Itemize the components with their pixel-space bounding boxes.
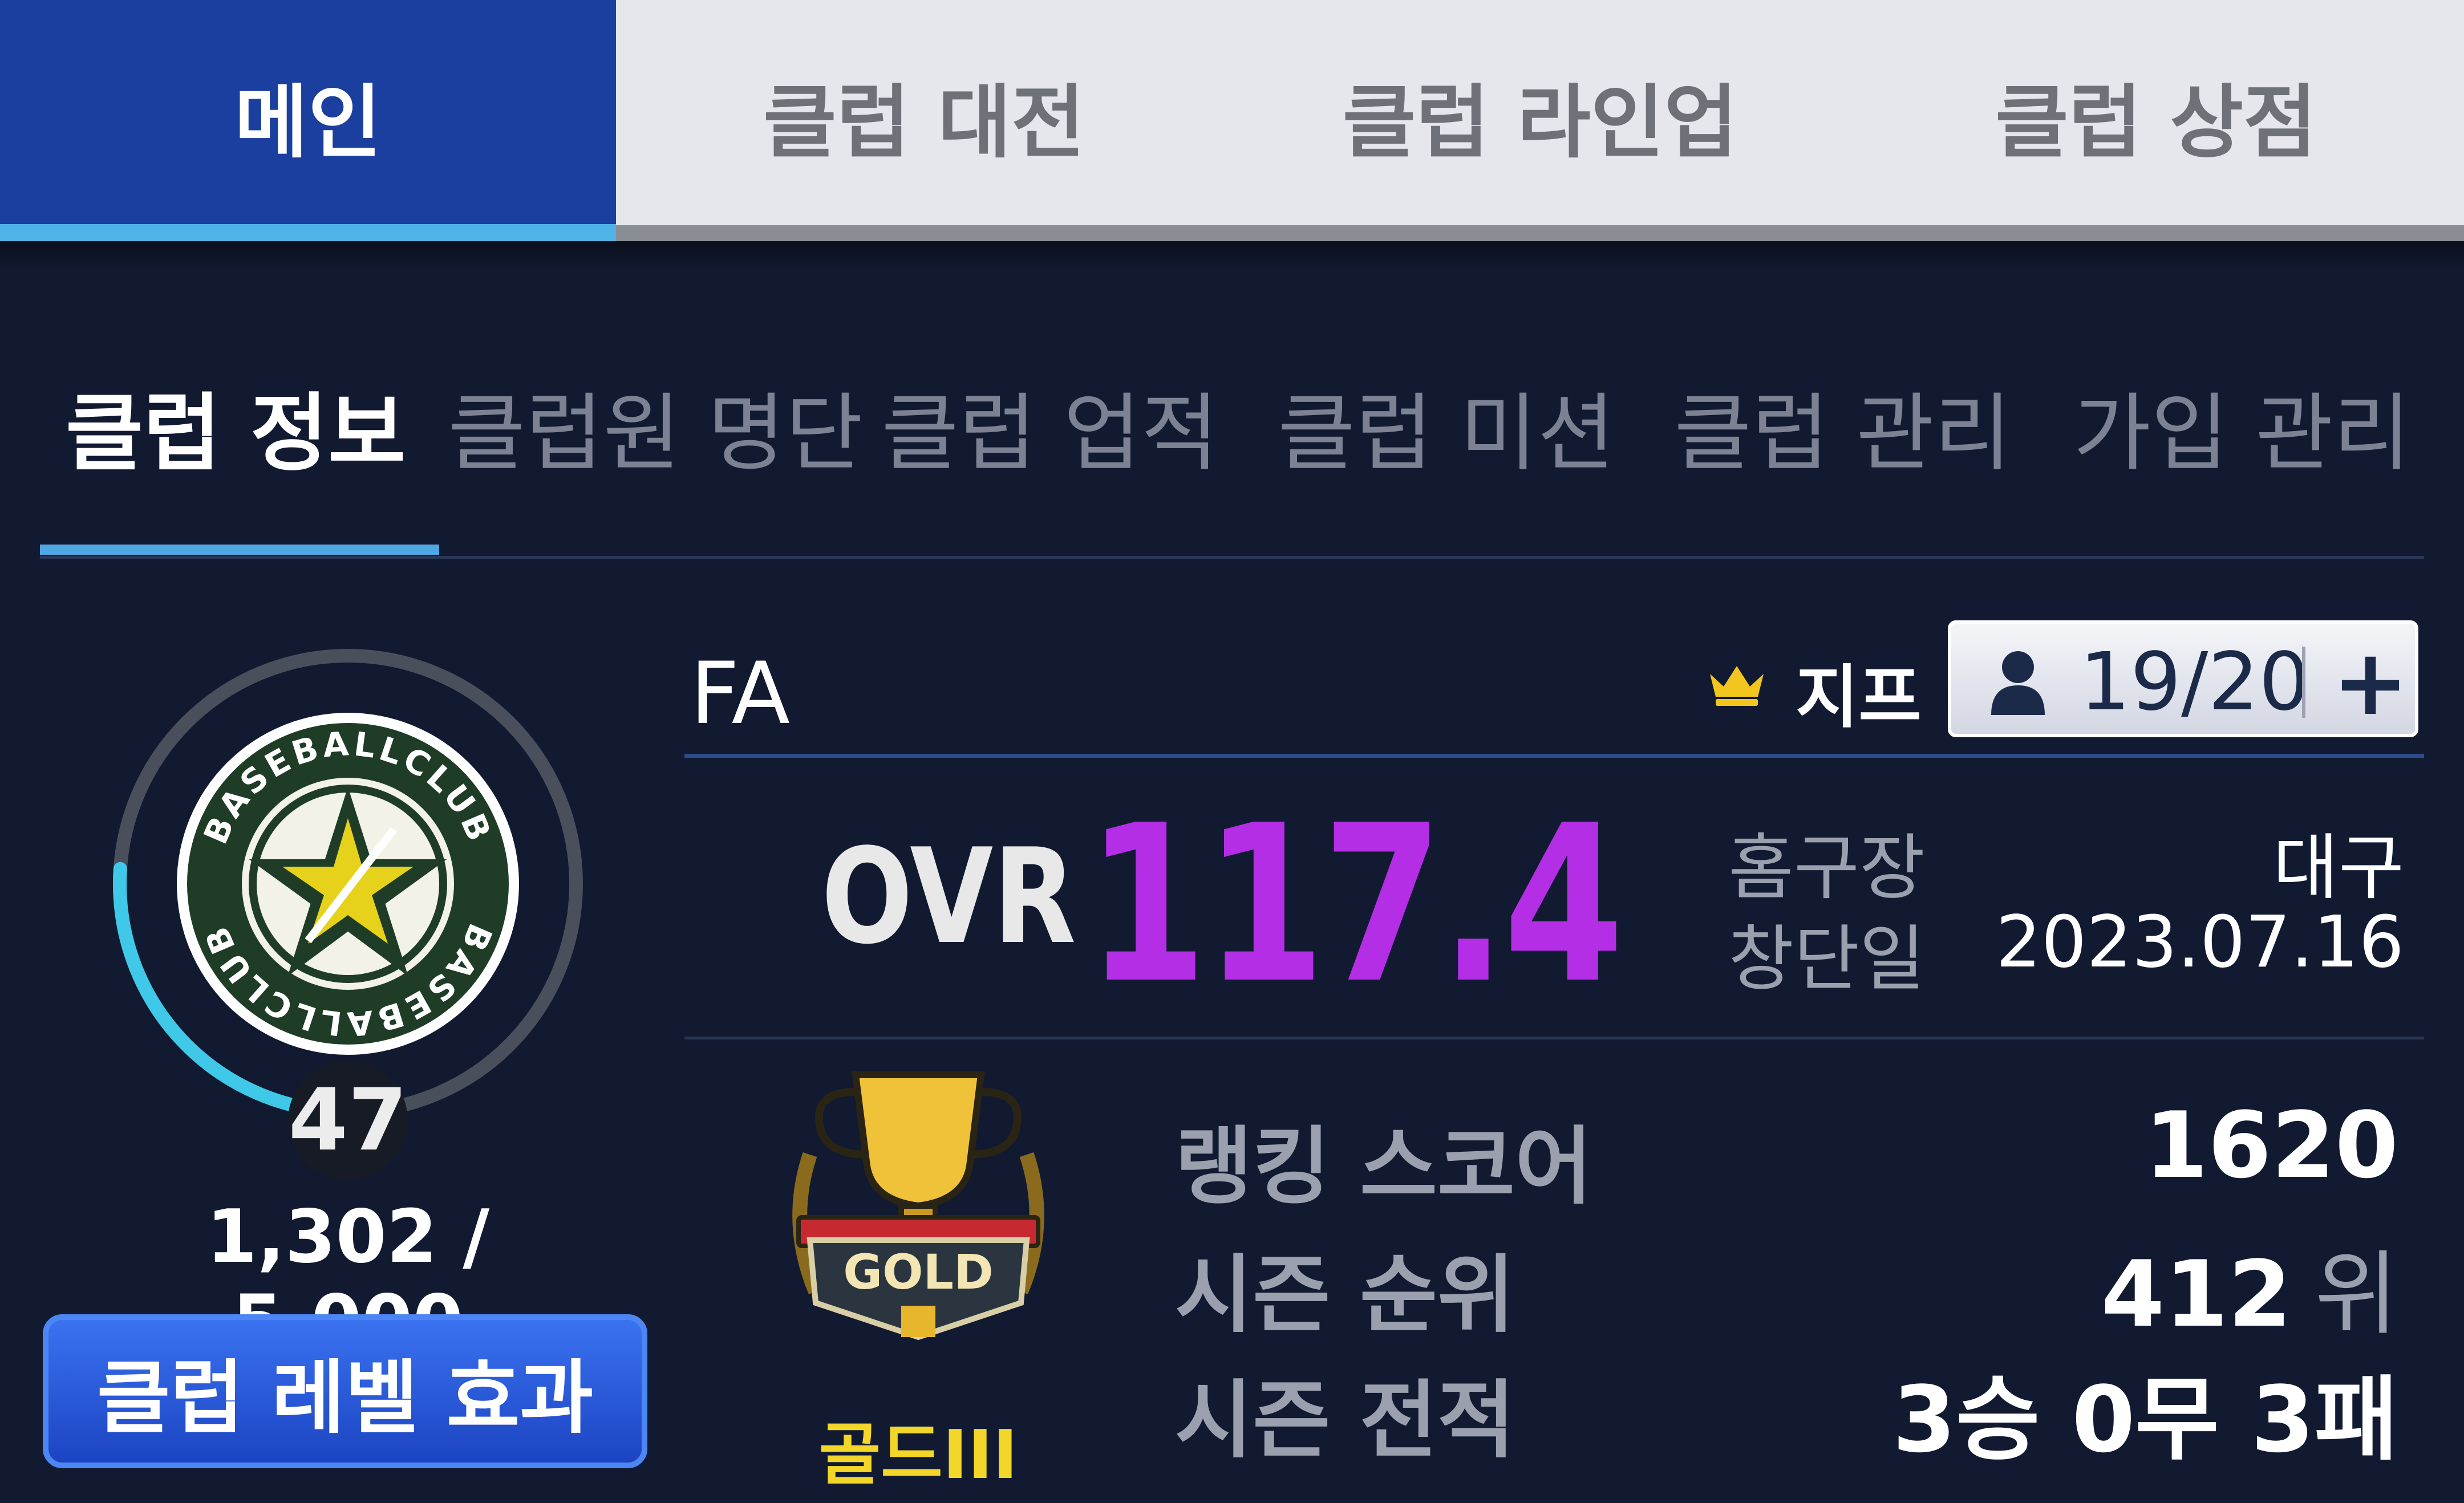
subtab-missions[interactable]: 클럽 미션 bbox=[1278, 376, 1615, 490]
ovr-label: OVR bbox=[821, 821, 1076, 973]
season-rank: 412 위 bbox=[2101, 1220, 2398, 1352]
tab-club-shop[interactable]: 클럽 상점 bbox=[1848, 0, 2464, 231]
club-level: 47 bbox=[288, 1061, 408, 1180]
subtab-club-info[interactable]: 클럽 정보 bbox=[66, 376, 406, 490]
season-rank-value: 412 bbox=[2101, 1241, 2292, 1347]
ovr-value: 117.4 bbox=[1087, 778, 1624, 1031]
season-record-label: 시즌 전적 bbox=[1175, 1371, 1515, 1469]
tab-bar-shadow bbox=[0, 241, 2464, 270]
club-leader-name: 지프 bbox=[1796, 658, 1922, 737]
tab-main[interactable]: 메인 bbox=[0, 0, 616, 231]
home-stadium-label: 홈구장 bbox=[1728, 827, 1925, 909]
tier-name: 골드III bbox=[818, 1415, 1018, 1494]
club-name: FA bbox=[690, 644, 791, 744]
subtab-achievements[interactable]: 클럽 업적 bbox=[881, 376, 1219, 490]
season-record-value: 3승 0무 3패 bbox=[1892, 1366, 2398, 1473]
subtab-active-indicator bbox=[40, 545, 439, 555]
person-icon bbox=[1991, 651, 2045, 715]
home-stadium-value: 대구 bbox=[2273, 827, 2404, 909]
club-level-effect-button[interactable]: 클럽 레벨 효과 bbox=[43, 1314, 647, 1468]
subtab-join-management[interactable]: 가입 관리 bbox=[2073, 376, 2411, 490]
ranking-score-label: 랭킹 스코어 bbox=[1175, 1118, 1593, 1216]
subtab-divider bbox=[40, 556, 2424, 559]
plus-icon[interactable]: + bbox=[2328, 629, 2413, 735]
trophy-badge-text: GOLD bbox=[843, 1244, 994, 1300]
member-box-divider bbox=[2302, 647, 2305, 718]
season-rank-label: 시즌 순위 bbox=[1175, 1246, 1515, 1344]
founded-date-value: 2023.07.16 bbox=[1996, 901, 2404, 984]
club-logo-icon: BASEBALLCLUB BASEBALLCLUB bbox=[177, 713, 519, 1055]
tab-club-battle[interactable]: 클럽 대전 bbox=[616, 0, 1232, 231]
member-count-box: 19/20 + bbox=[1948, 620, 2418, 737]
crown-icon bbox=[1710, 666, 1764, 706]
tab-bar-divider bbox=[616, 225, 2464, 241]
section-divider bbox=[684, 1037, 2424, 1039]
active-tab-indicator bbox=[0, 224, 616, 241]
gold-trophy-icon: GOLD bbox=[792, 1071, 1044, 1340]
subtab-management[interactable]: 클럽 관리 bbox=[1674, 376, 2012, 490]
member-count: 19/20 bbox=[2080, 636, 2310, 729]
season-rank-unit: 위 bbox=[2314, 1241, 2398, 1347]
tab-club-lineup[interactable]: 클럽 라인업 bbox=[1232, 0, 1848, 231]
top-tab-bar: 메인 클럽 대전 클럽 라인업 클럽 상점 bbox=[0, 0, 2464, 241]
subtab-member-list[interactable]: 클럽원 명단 bbox=[448, 376, 863, 490]
founded-date-label: 창단일 bbox=[1728, 918, 1925, 1001]
ranking-score-value: 1620 bbox=[2144, 1092, 2398, 1199]
header-divider bbox=[684, 754, 2424, 758]
